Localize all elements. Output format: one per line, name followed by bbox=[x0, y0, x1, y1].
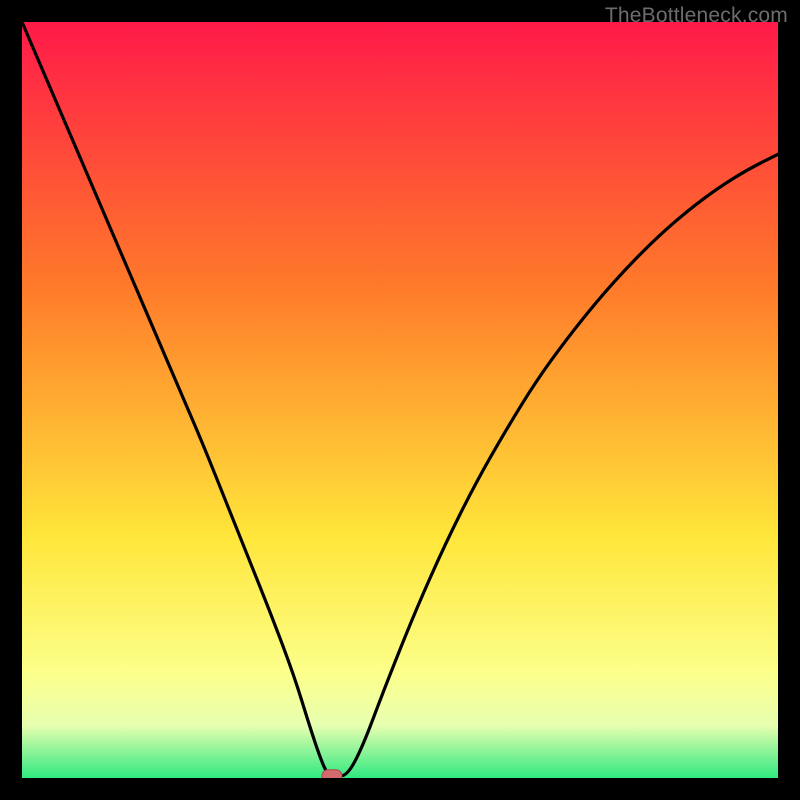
bottleneck-chart bbox=[22, 22, 778, 778]
watermark-text: TheBottleneck.com bbox=[605, 4, 788, 28]
optimum-marker bbox=[322, 770, 342, 778]
chart-frame bbox=[22, 22, 778, 778]
gradient-background bbox=[22, 22, 778, 778]
